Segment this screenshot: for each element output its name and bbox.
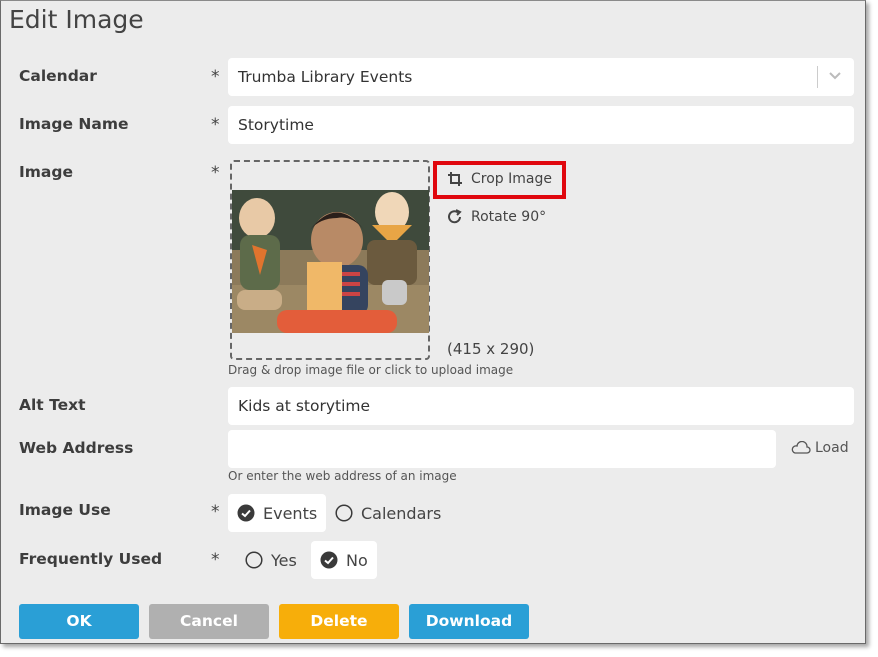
radio-unchecked-icon xyxy=(335,504,353,522)
edit-image-dialog: Edit Image Calendar * Trumba Library Eve… xyxy=(0,0,866,644)
option-label: No xyxy=(346,550,368,570)
option-label: Calendars xyxy=(361,503,442,523)
dropzone-hint: Drag & drop image file or click to uploa… xyxy=(228,363,514,377)
image-preview xyxy=(232,190,429,333)
image-dimensions: (415 x 290) xyxy=(447,340,535,358)
rotate-button[interactable]: Rotate 90° xyxy=(447,209,546,225)
dialog-title: Edit Image xyxy=(9,5,144,34)
image-use-calendars-option[interactable]: Calendars xyxy=(326,494,450,532)
image-label: Image xyxy=(19,163,73,181)
required-marker: * xyxy=(211,502,220,522)
web-address-hint: Or enter the web address of an image xyxy=(228,469,457,483)
crop-highlight-box xyxy=(433,161,566,199)
image-name-input[interactable]: Storytime xyxy=(228,106,854,144)
cloud-icon xyxy=(791,441,811,454)
load-button[interactable]: Load xyxy=(791,440,849,456)
select-separator xyxy=(817,66,818,88)
required-marker: * xyxy=(211,115,220,135)
frequently-used-yes-option[interactable]: Yes xyxy=(236,541,306,579)
ok-button[interactable]: OK xyxy=(19,604,139,639)
load-label: Load xyxy=(815,440,849,456)
radio-checked-icon xyxy=(320,551,338,569)
frequently-used-label: Frequently Used xyxy=(19,550,163,568)
web-address-input[interactable] xyxy=(228,430,776,468)
alt-text-label: Alt Text xyxy=(19,396,86,414)
image-use-events-option[interactable]: Events xyxy=(228,494,327,532)
radio-checked-icon xyxy=(237,504,255,522)
rotate-icon xyxy=(448,209,462,224)
chevron-down-icon[interactable] xyxy=(828,69,842,83)
calendar-value: Trumba Library Events xyxy=(238,68,413,86)
required-marker: * xyxy=(211,163,220,183)
frequently-used-no-option[interactable]: No xyxy=(311,541,377,579)
image-name-label: Image Name xyxy=(19,115,129,133)
option-label: Yes xyxy=(271,550,297,570)
option-label: Events xyxy=(263,503,318,523)
image-use-label: Image Use xyxy=(19,501,111,519)
radio-unchecked-icon xyxy=(245,551,263,569)
download-button[interactable]: Download xyxy=(409,604,529,639)
required-marker: * xyxy=(211,67,220,87)
web-address-label: Web Address xyxy=(19,439,134,457)
required-marker: * xyxy=(211,550,220,570)
delete-button[interactable]: Delete xyxy=(279,604,399,639)
alt-text-input[interactable]: Kids at storytime xyxy=(228,387,854,425)
calendar-label: Calendar xyxy=(19,67,97,85)
cancel-button[interactable]: Cancel xyxy=(149,604,269,639)
calendar-select[interactable]: Trumba Library Events xyxy=(228,58,854,96)
rotate-label: Rotate 90° xyxy=(471,209,547,225)
